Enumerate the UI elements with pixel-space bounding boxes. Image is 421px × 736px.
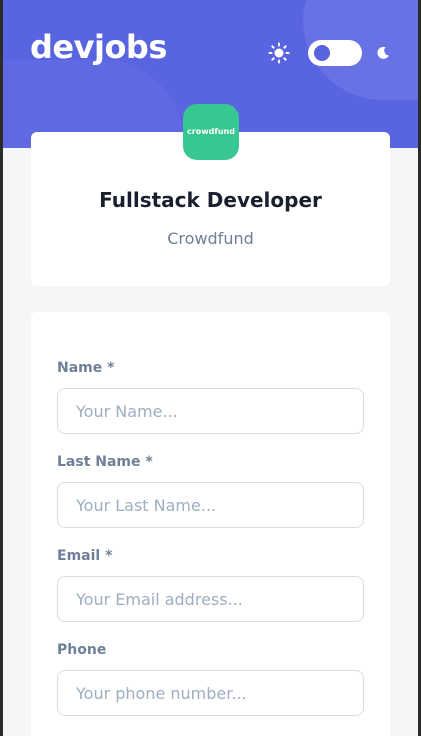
app-frame: devjobs crowdfund Fullstack Developer Cr	[0, 0, 421, 736]
email-input[interactable]	[57, 576, 364, 622]
last-name-label: Last Name *	[57, 454, 153, 470]
name-label: Name *	[57, 360, 115, 376]
email-label: Email *	[57, 548, 113, 564]
moon-icon	[377, 46, 389, 59]
company-name: Crowdfund	[167, 229, 254, 248]
application-form: Name * Last Name * Email * Phone	[31, 312, 390, 736]
name-input[interactable]	[57, 388, 364, 434]
theme-switch-knob	[314, 45, 330, 61]
theme-switch[interactable]	[308, 40, 362, 66]
phone-label: Phone	[57, 642, 107, 658]
job-title: Fullstack Developer	[99, 188, 322, 212]
last-name-input[interactable]	[57, 482, 364, 528]
company-logo: crowdfund	[183, 104, 239, 160]
phone-input[interactable]	[57, 670, 364, 716]
company-card: crowdfund Fullstack Developer Crowdfund	[31, 104, 390, 286]
devjobs-logo[interactable]: devjobs	[30, 28, 167, 66]
sun-icon	[268, 42, 290, 64]
theme-toggle-group	[268, 40, 396, 66]
